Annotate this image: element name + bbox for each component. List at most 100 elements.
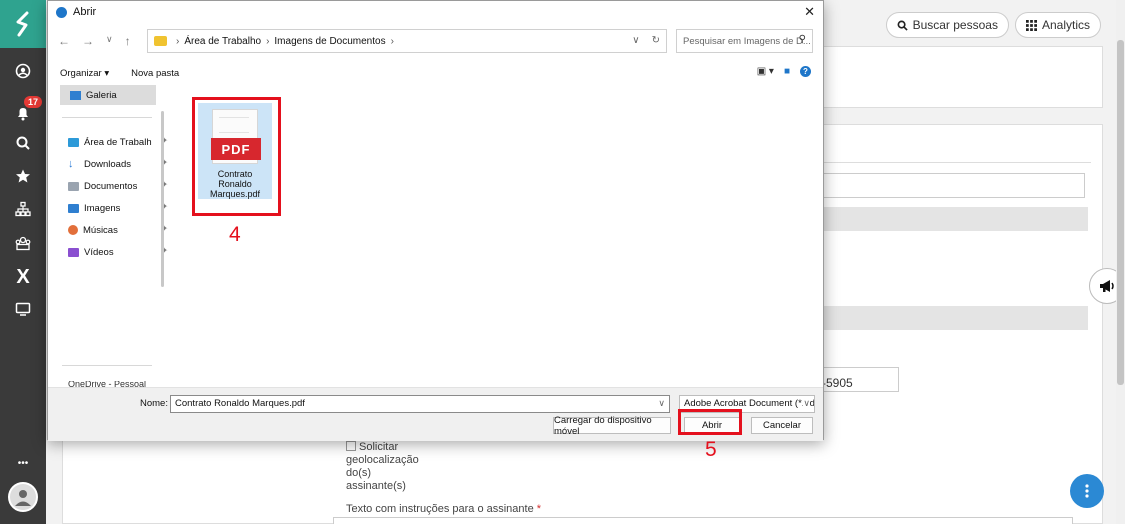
monitor-icon[interactable] (0, 296, 46, 322)
breadcrumb-item[interactable]: Área de Trabalho (184, 36, 261, 47)
nav-item-label: Vídeos (84, 246, 114, 258)
person-icon (15, 490, 31, 506)
x-icon[interactable]: X (0, 264, 46, 290)
section-header (810, 207, 1088, 231)
logo-icon (16, 11, 29, 37)
organize-button[interactable]: Organizar ▾ (60, 68, 109, 79)
navigation-pane: Galeria Área de Trabalh ✦ ↓ Downloads ✦ … (48, 83, 168, 389)
app-sidebar: 17 X ••• (0, 0, 46, 524)
analytics-label: Analytics (1041, 18, 1090, 32)
more-actions-button[interactable] (1070, 474, 1104, 508)
download-icon: ↓ (68, 158, 74, 170)
filename-value: Contrato Ronaldo Marques.pdf (175, 398, 305, 409)
checkbox-line-3: do(s) (346, 467, 372, 479)
music-icon (68, 225, 78, 235)
search-icon[interactable] (0, 130, 46, 156)
nav-item-images[interactable]: Imagens ✦ (68, 199, 168, 217)
user-circle-icon[interactable] (0, 58, 46, 84)
dialog-titlebar: Abrir ✕ (48, 1, 823, 23)
nav-item-documents[interactable]: Documentos ✦ (68, 177, 168, 195)
kebab-icon (1085, 484, 1089, 498)
section-header (810, 306, 1088, 330)
search-people-button[interactable]: Buscar pessoas (885, 12, 1009, 38)
new-folder-button[interactable]: Nova pasta (131, 68, 179, 79)
chevron-right-icon: › (390, 35, 394, 47)
upload-from-mobile-button[interactable]: Carregar do dispositivo móvel (553, 415, 671, 437)
up-icon[interactable]: ↑ (125, 34, 131, 48)
filename-input[interactable]: Contrato Ronaldo Marques.pdf ∨ (170, 395, 670, 413)
refresh-icon[interactable]: ↻ (652, 35, 660, 46)
command-bar: Organizar ▾ Nova pasta ▣ ▾ ■ ? (48, 63, 823, 83)
more-icon[interactable]: ••• (0, 450, 46, 476)
checkbox-line-4: assinante(s) (346, 480, 406, 492)
chevron-right-icon: › (176, 35, 180, 47)
close-icon[interactable]: ✕ (804, 4, 815, 20)
dialog-navbar: ← → ∨ ↑ › Área de Trabalho › Imagens de … (48, 27, 823, 55)
form-text-field[interactable] (810, 173, 1085, 198)
cancel-button[interactable]: Cancelar (751, 417, 813, 434)
checkbox-line-1: Solicitar (359, 441, 399, 453)
forward-icon[interactable]: → (82, 34, 94, 48)
annotation-step-5: 5 (705, 438, 717, 461)
dialog-title: Abrir (73, 6, 97, 18)
nav-divider (62, 117, 152, 118)
chevron-down-icon[interactable]: ∨ (106, 34, 113, 48)
nav-item-gallery[interactable]: Galeria (60, 85, 156, 105)
nav-arrows: ← → ∨ ↑ (58, 34, 150, 48)
view-controls: ▣ ▾ ■ ? (757, 66, 811, 77)
header-actions: Buscar pessoas Analytics (885, 12, 1101, 38)
nav-item-downloads[interactable]: ↓ Downloads ✦ (68, 155, 168, 173)
instructions-label-text: Texto com instruções para o assinante (346, 503, 534, 515)
instructions-textarea[interactable] (333, 517, 1073, 524)
address-bar[interactable]: › Área de Trabalho › Imagens de Document… (147, 29, 667, 53)
file-list-pane: PDF Contrato Ronaldo Marques.pdf 4 (168, 83, 823, 387)
checkbox-line-2: geolocalização (346, 454, 419, 466)
edge-icon (56, 6, 67, 18)
image-icon (68, 203, 79, 213)
org-chart-icon[interactable] (0, 196, 46, 222)
phone-field-value: -5905 (822, 376, 853, 390)
required-mark: * (536, 503, 542, 515)
chevron-down-icon[interactable]: ∨ (658, 398, 665, 409)
search-people-label: Buscar pessoas (912, 18, 998, 32)
grid-icon (1025, 19, 1037, 31)
desktop-icon (68, 137, 79, 147)
nav-item-label: Músicas (83, 224, 118, 236)
nav-item-music[interactable]: Músicas ✦ (68, 221, 168, 239)
instructions-label: Texto com instruções para o assinante * (346, 503, 541, 516)
preview-pane-icon[interactable]: ■ (784, 66, 790, 77)
analytics-button[interactable]: Analytics (1014, 12, 1101, 38)
folder-icon (154, 36, 167, 46)
star-icon[interactable] (0, 163, 46, 189)
chevron-down-icon[interactable]: ∨ (632, 35, 639, 46)
nav-item-videos[interactable]: Vídeos ✦ (68, 243, 168, 261)
nav-scrollbar[interactable] (161, 111, 164, 287)
video-icon (68, 247, 79, 257)
chevron-down-icon[interactable]: ∨ (803, 398, 810, 409)
page-scrollbar-thumb[interactable] (1117, 40, 1124, 385)
phone-field[interactable]: -5905 (815, 367, 899, 392)
search-icon[interactable]: ⚲ (799, 34, 806, 45)
document-icon (68, 181, 79, 191)
geolocation-checkbox[interactable]: Solicitar geolocalização do(s) assinante… (346, 441, 419, 493)
nav-item-desktop[interactable]: Área de Trabalh ✦ (68, 133, 168, 151)
filetype-value: Adobe Acrobat Document (*.pdf) (684, 398, 815, 409)
view-mode-icon[interactable]: ▣ ▾ (757, 66, 774, 77)
nav-item-label: Área de Trabalh (84, 136, 152, 148)
folder-search-input[interactable]: Pesquisar em Imagens de D... ⚲ (676, 29, 813, 53)
search-icon (897, 20, 908, 31)
gallery-icon (70, 90, 81, 100)
annotation-step-4: 4 (229, 223, 241, 246)
annotation-box-file (192, 97, 281, 216)
team-icon[interactable] (0, 230, 46, 256)
chevron-right-icon: › (266, 35, 270, 47)
avatar[interactable] (8, 482, 38, 512)
back-icon[interactable]: ← (58, 34, 70, 48)
breadcrumb-item[interactable]: Imagens de Documentos (274, 36, 385, 47)
file-open-dialog: Abrir ✕ ← → ∨ ↑ › Área de Trabalho › Ima… (47, 0, 824, 441)
checkbox-box[interactable] (346, 441, 356, 451)
app-logo[interactable] (0, 0, 46, 48)
nav-item-label: Imagens (84, 202, 121, 214)
help-icon[interactable]: ? (800, 66, 811, 77)
search-placeholder: Pesquisar em Imagens de D... (683, 35, 811, 47)
